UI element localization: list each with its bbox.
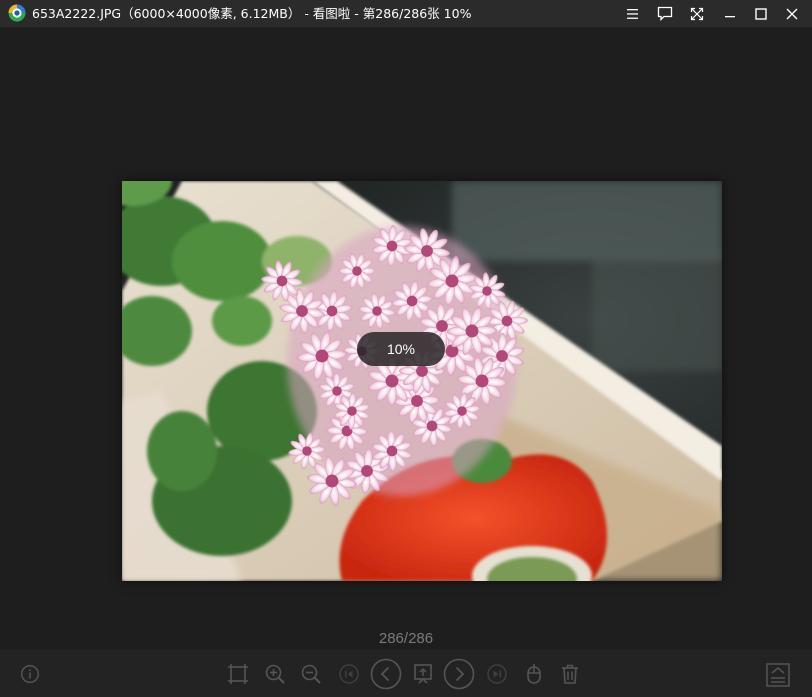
fullscreen-button[interactable] [682, 0, 712, 27]
info-icon [20, 664, 40, 684]
set-wallpaper-button[interactable] [410, 661, 436, 687]
fullscreen-icon [690, 7, 704, 20]
rotate-icon [527, 664, 541, 684]
maximize-button[interactable] [746, 0, 776, 27]
app-logo-icon [8, 4, 26, 22]
title-bar[interactable]: 653A2222.JPG（6000×4000像素, 6.12MB） - 看图啦 … [0, 0, 812, 27]
collapse-toolbar-icon [766, 663, 790, 687]
bottom-toolbar [0, 650, 812, 697]
info-button[interactable] [17, 661, 43, 687]
zoom-in-button[interactable] [262, 661, 288, 687]
fit-window-icon [228, 664, 248, 684]
feedback-icon [657, 6, 673, 21]
displayed-photo[interactable] [122, 181, 722, 581]
zoom-level-badge: 10% [357, 332, 445, 366]
rotate-button[interactable] [521, 661, 547, 687]
page-counter: 286/286 [378, 630, 434, 647]
menu-button[interactable] [618, 0, 648, 27]
delete-button[interactable] [557, 661, 583, 687]
image-viewport[interactable]: 10% 286/286 [0, 27, 812, 647]
close-button[interactable] [777, 0, 807, 27]
close-icon [786, 8, 798, 19]
next-button[interactable] [443, 658, 475, 690]
last-image-icon [487, 664, 507, 684]
first-image-button[interactable] [336, 661, 362, 687]
zoom-out-button[interactable] [298, 661, 324, 687]
feedback-button[interactable] [650, 0, 680, 27]
delete-icon [562, 664, 578, 684]
zoom-in-icon [265, 664, 285, 684]
minimize-icon [725, 15, 735, 17]
zoom-out-icon [301, 664, 321, 684]
set-wallpaper-icon [414, 664, 432, 684]
minimize-button[interactable] [715, 0, 745, 27]
maximize-icon [755, 7, 767, 20]
menu-icon [627, 8, 638, 19]
previous-icon [370, 658, 402, 690]
first-image-icon [339, 664, 359, 684]
fit-window-button[interactable] [225, 661, 251, 687]
image-viewer-window: 653A2222.JPG（6000×4000像素, 6.12MB） - 看图啦 … [0, 0, 812, 697]
collapse-toolbar-button[interactable] [765, 662, 791, 688]
previous-button[interactable] [370, 658, 402, 690]
next-icon [443, 658, 475, 690]
window-title: 653A2222.JPG（6000×4000像素, 6.12MB） - 看图啦 … [32, 6, 472, 21]
last-image-button[interactable] [484, 661, 510, 687]
